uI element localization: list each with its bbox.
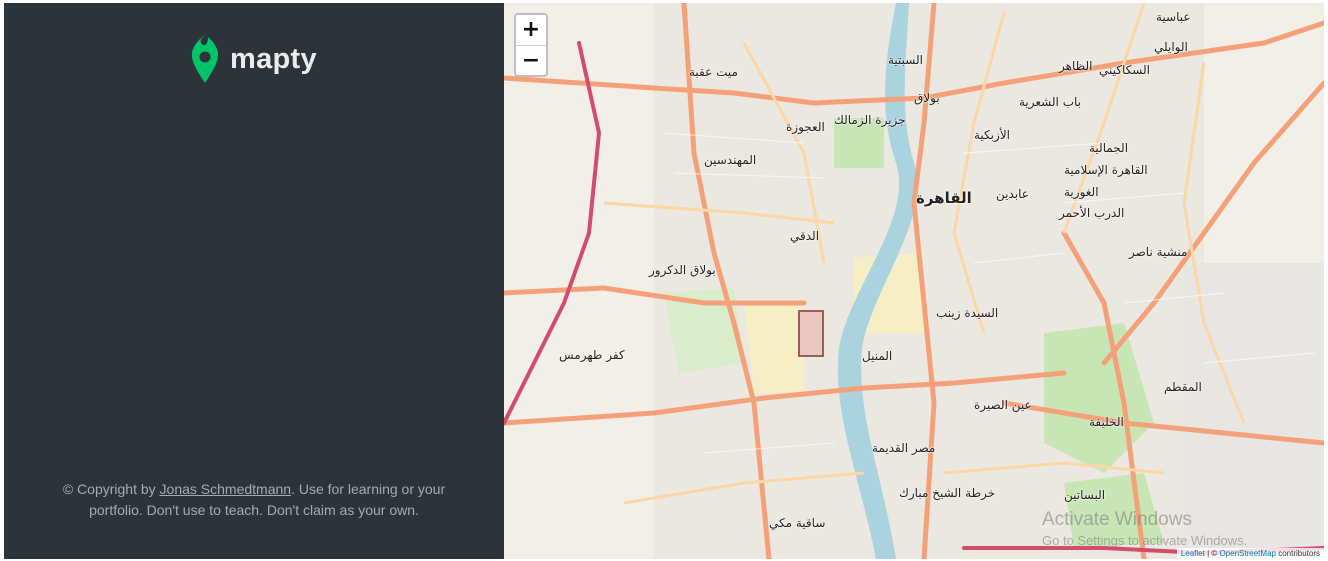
place-label: عباسية: [1156, 10, 1191, 24]
place-label: السكاكيني: [1099, 63, 1150, 77]
place-label: عابدين: [996, 187, 1029, 201]
watermark-title: Activate Windows: [1042, 509, 1192, 530]
zoom-control: + −: [514, 13, 548, 77]
attribution-separator: | ©: [1204, 549, 1220, 558]
place-label: الخليفة: [1089, 415, 1124, 429]
place-label: جزيرة الزمالك: [834, 113, 906, 127]
osm-link[interactable]: OpenStreetMap: [1219, 549, 1275, 558]
logo-text: mapty: [230, 42, 317, 75]
app: mapty © Copyright by Jonas Schmedtmann. …: [4, 3, 1324, 559]
copyright: © Copyright by Jonas Schmedtmann. Use fo…: [44, 479, 464, 521]
place-label: المهندسين: [704, 153, 757, 167]
map-pin-icon: [191, 35, 219, 83]
place-label: البساتين: [1064, 488, 1106, 502]
place-label: القاهرة الإسلامية: [1064, 163, 1148, 177]
place-label: عين الصيرة: [974, 398, 1032, 412]
zoom-out-button[interactable]: −: [516, 45, 546, 75]
place-label: بولاق: [914, 91, 940, 105]
place-label: السيدة زينب: [936, 306, 999, 320]
map-attribution: Leaflet | © OpenStreetMap contributors: [1176, 548, 1324, 559]
place-label: مصر القديمة: [872, 441, 936, 455]
copyright-prefix: © Copyright by: [62, 481, 160, 497]
watermark-subtitle: Go to Settings to activate Windows.: [1042, 533, 1248, 548]
place-label: الوايلي: [1154, 40, 1188, 54]
place-label: الغورية: [1064, 185, 1099, 199]
place-label: الدرب الأحمر: [1059, 206, 1125, 220]
place-label: بولاق الدكرور: [649, 263, 716, 277]
place-label: المقطم: [1164, 380, 1202, 394]
author-link[interactable]: Jonas Schmedtmann: [160, 481, 292, 497]
place-label: كفر طهرمس: [559, 348, 625, 362]
place-label: السبتية: [888, 53, 923, 67]
place-label: الجمالية: [1089, 141, 1129, 155]
place-label: العجوزة: [786, 120, 825, 134]
zoom-in-button[interactable]: +: [516, 15, 546, 45]
place-label: منشية ناصر: [1129, 245, 1188, 259]
place-label: خرطة الشيخ مبارك: [899, 486, 996, 500]
windows-activation-watermark: Activate Windows Go to Settings to activ…: [1042, 509, 1247, 548]
map[interactable]: القاهرة جزيرة الزمالك بولاق العجوزة المه…: [504, 3, 1324, 559]
place-label: القاهرة: [916, 189, 972, 207]
map-tiles[interactable]: [504, 3, 1324, 559]
place-label: ميت عقبة: [689, 65, 738, 79]
logo: mapty: [190, 33, 317, 85]
sidebar: mapty © Copyright by Jonas Schmedtmann. …: [4, 3, 504, 559]
place-label: الدقي: [790, 229, 820, 243]
place-label: المنيل: [862, 349, 893, 363]
leaflet-link[interactable]: Leaflet: [1181, 549, 1205, 558]
attribution-suffix: contributors: [1275, 549, 1320, 558]
place-label: الظاهر: [1059, 59, 1093, 73]
place-label: ساقية مكي: [769, 516, 826, 530]
place-label: باب الشعرية: [1019, 95, 1081, 109]
place-label: الأزبكية: [974, 128, 1010, 142]
